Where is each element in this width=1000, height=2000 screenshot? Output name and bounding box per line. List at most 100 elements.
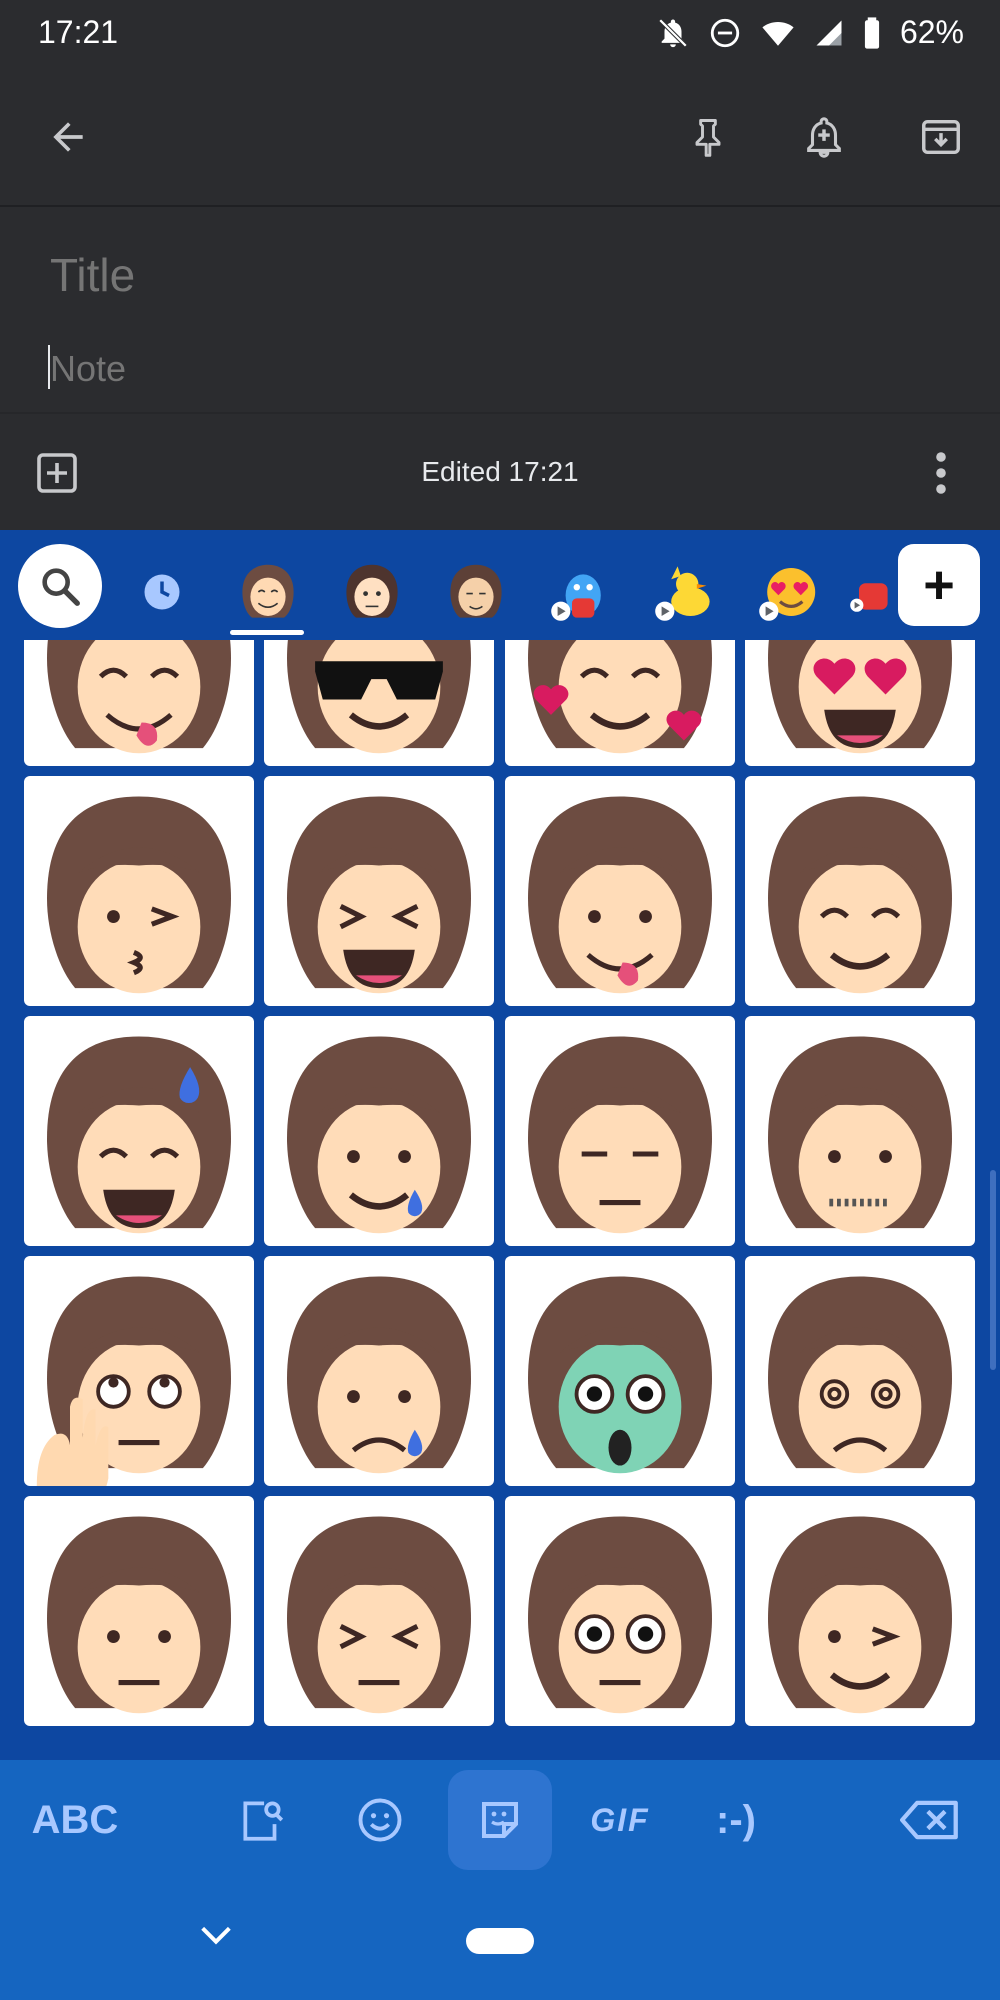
note-bottom-bar: Edited 17:21 — [0, 412, 1000, 532]
sticker-winking[interactable] — [745, 1496, 975, 1726]
status-time: 17:21 — [38, 14, 119, 50]
animated-heart-eyes-sticker-icon — [759, 568, 816, 621]
title-input[interactable] — [48, 247, 932, 303]
sad-tear-sticker-image — [287, 1276, 471, 1474]
sticker-grid — [0, 640, 1000, 1820]
status-bar: 17:21 62% — [0, 0, 1000, 70]
notifications-off-icon — [658, 18, 688, 47]
emoticon-tab-button[interactable]: :-) — [686, 1770, 786, 1870]
expressionless-sticker-image — [528, 1036, 712, 1234]
sticker-expressionless[interactable] — [505, 1016, 735, 1246]
sunglasses-sticker-image — [287, 640, 471, 754]
pin-button[interactable] — [673, 102, 743, 172]
dizzy-sticker-image — [768, 1276, 952, 1474]
add-sticker-pack-button[interactable]: + — [898, 544, 980, 626]
hide-keyboard-chevron-icon[interactable] — [196, 1920, 236, 1950]
squinting-sticker-image — [287, 1516, 471, 1714]
tab-recent[interactable] — [122, 552, 202, 632]
sticker-squinting[interactable] — [264, 1496, 494, 1726]
heart-eyes-sticker-image — [768, 640, 952, 754]
animated-duck-sticker-icon — [655, 566, 710, 621]
search-icon — [42, 568, 80, 606]
sticker-category-tabs: + — [0, 530, 1000, 640]
archive-button[interactable] — [906, 102, 976, 172]
status-icons: 62% — [656, 14, 964, 51]
emoticon-label: :-) — [716, 1797, 756, 1842]
tab-animated-duck-sticker[interactable] — [644, 552, 724, 632]
tab-bitmoji-avatar-3[interactable] — [436, 552, 516, 632]
blushing-smile-sticker-image — [768, 796, 952, 994]
sticker-search-tool-button[interactable] — [212, 1770, 312, 1870]
kissing-wink-sticker-image — [47, 796, 231, 994]
tab-animated-party-sticker[interactable] — [848, 552, 892, 632]
sticker-search-button[interactable] — [18, 544, 102, 628]
reminder-icon — [807, 117, 841, 158]
navigation-handle[interactable] — [466, 1928, 534, 1954]
emoji-tab-button[interactable] — [330, 1770, 430, 1870]
zipper-mouth-sticker-image — [768, 1036, 952, 1234]
sticker-kissing-wink[interactable] — [24, 776, 254, 1006]
tab-bitmoji-avatar-1[interactable] — [228, 552, 308, 632]
gif-label: GIF — [590, 1801, 650, 1838]
pin-icon — [695, 119, 721, 157]
battery-icon — [864, 16, 880, 49]
do-not-disturb-icon — [710, 18, 740, 47]
sticker-heart-eyes[interactable] — [745, 640, 975, 766]
sticker-sunglasses[interactable] — [264, 640, 494, 766]
text-cursor — [48, 345, 50, 389]
sweat-smile-sticker-image — [47, 1036, 231, 1234]
sticker-laughing[interactable] — [264, 776, 494, 1006]
sticker-sad-tear[interactable] — [264, 1256, 494, 1486]
sticker-worried[interactable] — [24, 1496, 254, 1726]
sticker-blushing-smile[interactable] — [745, 776, 975, 1006]
laughing-sticker-image — [287, 796, 471, 994]
sticker-tear-smile[interactable] — [264, 1016, 494, 1246]
sticker-tab-button[interactable] — [448, 1770, 552, 1870]
recent-icon — [144, 574, 180, 610]
tab-bitmoji-avatar-2[interactable] — [332, 552, 412, 632]
face-palm-hand-sticker-image — [36, 1276, 231, 1486]
more-vert-icon — [936, 452, 946, 494]
back-arrow-icon — [53, 122, 83, 152]
bitmoji-avatar-1-icon — [242, 564, 294, 618]
sticker-icon — [482, 1802, 518, 1838]
archive-icon — [922, 119, 960, 155]
signal-icon — [816, 20, 842, 45]
big-eyes-sticker-image — [528, 1516, 712, 1714]
abc-label: ABC — [31, 1797, 119, 1842]
note-input[interactable] — [48, 347, 932, 391]
tab-animated-bird-sticker[interactable] — [540, 552, 620, 632]
tab-animated-heart-eyes-sticker[interactable] — [748, 552, 828, 632]
wifi-icon — [762, 21, 794, 46]
backspace-button[interactable] — [880, 1770, 980, 1870]
battery-percent: 62% — [899, 14, 964, 50]
note-editor — [0, 207, 1000, 412]
reminder-button[interactable] — [789, 102, 859, 172]
bitmoji-avatar-3-icon — [450, 564, 502, 618]
sticker-zipper-mouth[interactable] — [745, 1016, 975, 1246]
sticker-smiling-hearts[interactable] — [505, 640, 735, 766]
sticker-dizzy[interactable] — [745, 1256, 975, 1486]
sticker-grid-scrollbar[interactable] — [990, 1170, 996, 1370]
gif-tab-button[interactable]: GIF — [570, 1770, 670, 1870]
bitmoji-avatar-2-icon — [346, 564, 398, 618]
smiling-hearts-sticker-image — [528, 640, 712, 754]
screaming-sticker-image — [528, 1276, 712, 1474]
winking-sticker-image — [768, 1516, 952, 1714]
image-search-icon — [243, 1801, 284, 1841]
sticker-big-eyes[interactable] — [505, 1496, 735, 1726]
back-button[interactable] — [33, 102, 103, 172]
sticker-sweat-smile[interactable] — [24, 1016, 254, 1246]
tear-smile-sticker-image — [287, 1036, 471, 1234]
sticker-tongue-out[interactable] — [505, 776, 735, 1006]
animated-bird-sticker-icon — [551, 574, 601, 621]
emoji-icon — [358, 1798, 402, 1842]
sticker-yum[interactable] — [24, 640, 254, 766]
edited-timestamp: Edited 17:21 — [421, 456, 579, 487]
note-app-bar — [0, 70, 1000, 207]
more-options-button[interactable] — [906, 438, 976, 508]
sticker-screaming[interactable] — [505, 1256, 735, 1486]
abc-keyboard-button[interactable]: ABC — [20, 1770, 130, 1870]
animated-party-sticker-icon — [850, 583, 888, 612]
sticker-face-palm-hand[interactable] — [24, 1256, 254, 1486]
